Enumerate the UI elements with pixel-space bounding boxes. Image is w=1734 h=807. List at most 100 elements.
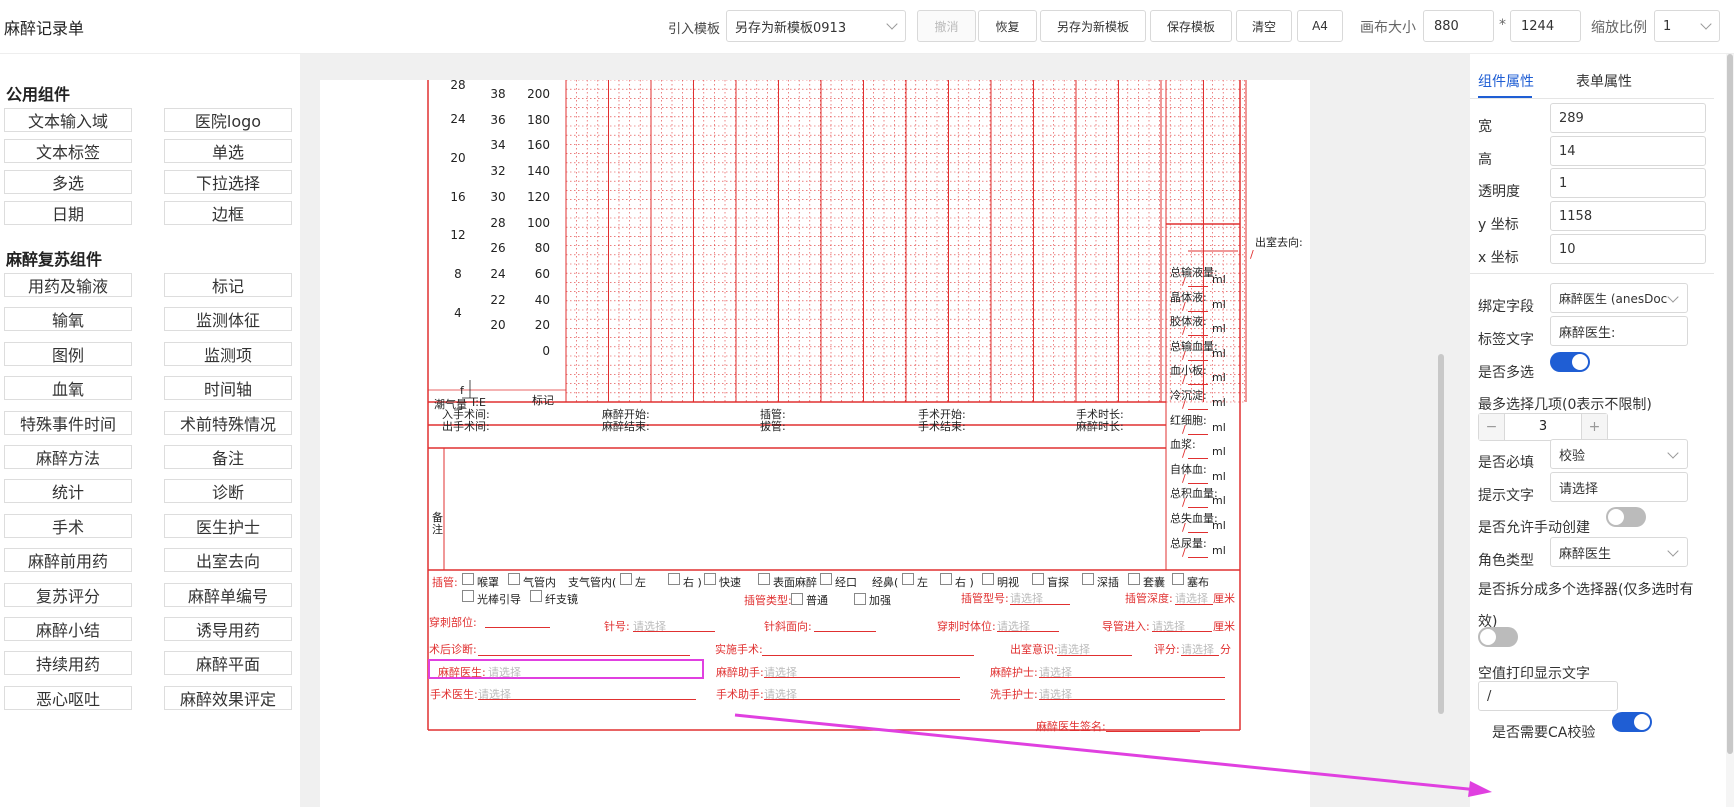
component-item[interactable]: 监测体征 (164, 307, 292, 332)
required-select[interactable]: 校验 (1550, 439, 1688, 469)
axis-label-col1: 20 (450, 151, 466, 165)
type-normal-checkbox[interactable] (791, 593, 803, 605)
component-item[interactable]: 麻醉单编号 (164, 582, 292, 607)
underline (1057, 655, 1132, 656)
split-selector-toggle[interactable] (1478, 627, 1518, 647)
hint-text-input[interactable]: 请选择 (1550, 472, 1688, 502)
intubation-option-checkbox[interactable] (508, 573, 520, 585)
max-select-stepper[interactable]: − 3 + (1478, 413, 1608, 441)
intubation-option-checkbox[interactable] (620, 573, 632, 585)
x-coord-input[interactable]: 10 (1550, 234, 1706, 264)
component-item[interactable]: 输氧 (4, 307, 132, 332)
component-item[interactable]: 医生护士 (164, 513, 292, 538)
redo-button[interactable]: 恢复 (978, 10, 1037, 42)
label-text-input[interactable]: 麻醉医生: (1550, 316, 1688, 346)
component-item[interactable]: 下拉选择 (164, 170, 292, 194)
intubation-option-label: 表面麻醉 (773, 576, 817, 589)
axis-label-col1: 16 (450, 190, 466, 204)
component-item[interactable]: 持续用药 (4, 651, 132, 676)
component-item[interactable]: 统计 (4, 479, 132, 504)
stat-unit-ml: ml (1212, 445, 1226, 459)
component-item[interactable]: 麻醉方法 (4, 445, 132, 469)
decrement-button[interactable]: − (1479, 414, 1505, 440)
stat-unit-ml: ml (1212, 297, 1226, 311)
zoom-select[interactable]: 1 (1654, 10, 1720, 42)
stat-unit-ml: ml (1212, 519, 1226, 532)
intubation-option-checkbox[interactable] (982, 573, 994, 585)
component-item[interactable]: 麻醉效果评定 (164, 685, 292, 710)
intubation-option-checkbox[interactable] (668, 573, 680, 585)
anes-doctor-select[interactable]: 请选择 (488, 664, 521, 680)
intubation-option-checkbox[interactable] (704, 573, 716, 585)
component-item[interactable]: 特殊事件时间 (4, 410, 132, 435)
height-input[interactable]: 14 (1550, 136, 1706, 166)
ca-check-toggle[interactable] (1612, 712, 1652, 732)
intubation-option-checkbox[interactable] (1082, 573, 1094, 585)
intubation-option-checkbox[interactable] (1032, 573, 1044, 585)
component-item[interactable]: 监测项 (164, 341, 292, 366)
component-item[interactable]: 图例 (4, 341, 132, 366)
intubation-option-checkbox[interactable] (1172, 573, 1184, 585)
tab-form-properties[interactable]: 表单属性 (1576, 71, 1632, 91)
component-item[interactable]: 手术 (4, 513, 132, 538)
component-item[interactable]: 文本标签 (4, 139, 132, 163)
component-item[interactable]: 麻醉平面 (164, 651, 292, 676)
intubation-option-checkbox[interactable] (940, 573, 952, 585)
save-as-new-template-button[interactable]: 另存为新模板 (1040, 10, 1146, 42)
component-item[interactable]: 出室去向 (164, 548, 292, 573)
component-item[interactable]: 诊断 (164, 479, 292, 504)
component-item[interactable]: 多选 (4, 170, 132, 194)
type-reinforced-checkbox[interactable] (854, 593, 866, 605)
component-item[interactable]: 诱导用药 (164, 617, 292, 641)
component-item[interactable]: 标记 (164, 273, 292, 297)
intubation-option-checkbox[interactable] (820, 573, 832, 585)
increment-button[interactable]: + (1581, 414, 1607, 440)
paper-size-button[interactable]: A4 (1297, 10, 1343, 42)
multi-select-toggle[interactable] (1550, 352, 1590, 372)
intubation-aid-checkbox[interactable] (462, 590, 474, 602)
opacity-input[interactable]: 1 (1550, 168, 1706, 198)
component-item[interactable]: 单选 (164, 139, 292, 163)
component-item[interactable]: 备注 (164, 445, 292, 469)
bind-field-select[interactable]: 麻醉医生 (anesDoc (1550, 283, 1688, 313)
component-item[interactable]: 复苏评分 (4, 582, 132, 607)
component-item[interactable]: 恶心呕吐 (4, 685, 132, 710)
manual-create-label: 是否允许手动创建 (1478, 520, 1590, 536)
manual-create-toggle[interactable] (1606, 507, 1646, 527)
save-template-button[interactable]: 保存模板 (1150, 10, 1232, 42)
canvas-width-input[interactable]: 880 (1423, 10, 1494, 42)
width-input[interactable]: 289 (1550, 103, 1706, 133)
component-item[interactable]: 麻醉前用药 (4, 548, 132, 573)
tab-component-properties[interactable]: 组件属性 (1478, 71, 1534, 91)
y-coord-input[interactable]: 1158 (1550, 201, 1706, 231)
intubation-option-checkbox[interactable] (902, 573, 914, 585)
role-type-select[interactable]: 麻醉医生 (1550, 537, 1688, 567)
component-item[interactable]: 边框 (164, 201, 292, 225)
component-item[interactable]: 日期 (4, 201, 132, 225)
intubation-aid-checkbox[interactable] (530, 590, 542, 602)
clear-button[interactable]: 清空 (1236, 10, 1292, 42)
mark-label: 标记 (532, 394, 554, 407)
canvas-height-input[interactable]: 1244 (1510, 10, 1581, 42)
intubation-option-checkbox[interactable] (462, 573, 474, 585)
max-select-value[interactable]: 3 (1505, 414, 1581, 440)
chevron-down-icon (1667, 291, 1679, 303)
intubation-option-checkbox[interactable] (758, 573, 770, 585)
underline (1188, 359, 1208, 361)
undo-button[interactable]: 撤消 (917, 10, 976, 42)
empty-print-input[interactable]: / (1478, 681, 1618, 711)
canvas-scrollbar[interactable] (1438, 354, 1444, 714)
component-item[interactable]: 用药及输液 (4, 273, 132, 297)
component-item[interactable]: 文本输入域 (4, 108, 132, 132)
underline (1188, 507, 1208, 509)
component-item[interactable]: 医院logo (164, 108, 292, 132)
component-item[interactable]: 术前特殊情况 (164, 410, 292, 435)
component-item[interactable]: 血氧 (4, 376, 132, 401)
underline (1188, 556, 1208, 558)
stat-label: 总尿量: (1170, 536, 1207, 550)
panel-scrollbar[interactable] (1727, 54, 1733, 754)
component-item[interactable]: 时间轴 (164, 376, 292, 401)
component-item[interactable]: 麻醉小结 (4, 617, 132, 641)
intubation-option-checkbox[interactable] (1128, 573, 1140, 585)
template-select[interactable]: 另存为新模板0913 (726, 10, 906, 42)
